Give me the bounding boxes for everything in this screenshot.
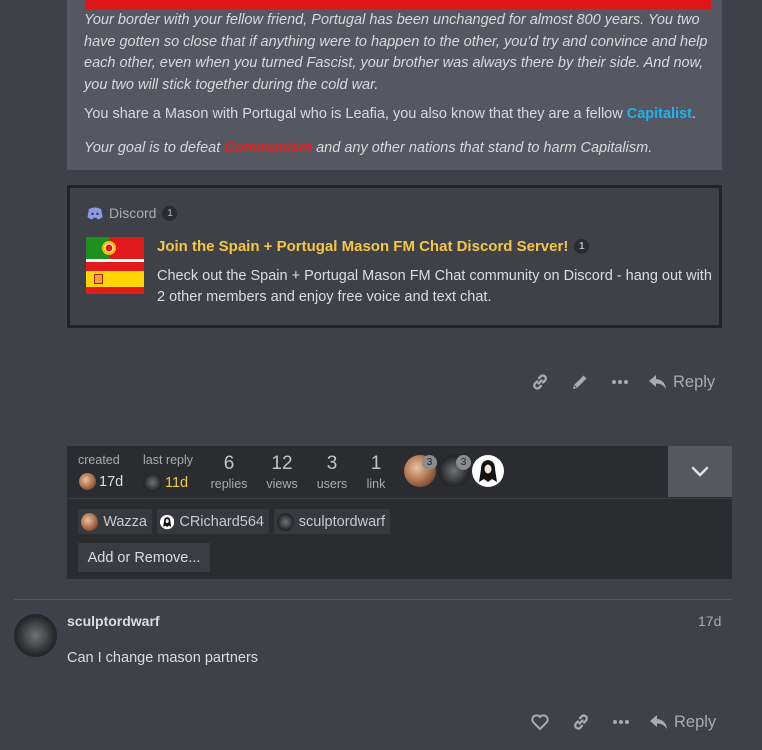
- last-reply-info[interactable]: 11d: [143, 473, 188, 492]
- last-reply-label: last reply: [143, 453, 194, 467]
- chip-label: sculptordwarf: [298, 513, 385, 530]
- discord-icon: [87, 207, 103, 219]
- post-username[interactable]: sculptordwarf: [67, 613, 160, 629]
- quote-p3-end: and any other nations that stand to harm…: [312, 140, 653, 156]
- onebox-title[interactable]: Join the Spain + Portugal Mason FM Chat …: [157, 238, 590, 255]
- onebox-title-link[interactable]: Join the Spain + Portugal Mason FM Chat …: [157, 238, 568, 255]
- links-count: 1: [370, 453, 382, 474]
- participant-chip-wazza[interactable]: Wazza: [78, 509, 152, 534]
- reply-arrow-icon: [650, 714, 667, 729]
- users-label: users: [316, 477, 348, 491]
- crichard564-chip-avatar: [160, 514, 175, 529]
- replies-count: 6: [223, 453, 235, 474]
- heart-like-icon[interactable]: [530, 712, 550, 732]
- click-count-badge: 1: [162, 205, 178, 221]
- quote-p3-text: Your goal is to defeat: [84, 140, 225, 156]
- views-count: 12: [271, 453, 293, 474]
- quote-p2-end: .: [692, 106, 697, 122]
- participant-wazza[interactable]: 3: [404, 455, 437, 487]
- participant-chip-crichard564[interactable]: CRichard564: [157, 509, 269, 534]
- replies-stat: 6 replies: [208, 453, 250, 491]
- quote-p2-text: You share a Mason with Portugal who is L…: [84, 106, 627, 122]
- quote-paragraph-2: You share a Mason with Portugal who is L…: [84, 104, 712, 126]
- edit-pencil-icon[interactable]: [570, 372, 590, 392]
- participant-crichard564[interactable]: [472, 455, 504, 487]
- add-remove-button[interactable]: Add or Remove...: [78, 543, 210, 572]
- link-icon[interactable]: [571, 712, 591, 732]
- created-value: 17d: [99, 473, 124, 490]
- creator-avatar: [79, 473, 96, 490]
- created-info[interactable]: 17d: [79, 473, 123, 490]
- sculptordwarf-chip-avatar: [277, 512, 294, 531]
- post-count-badge: 3: [422, 455, 437, 470]
- reply-label: Reply: [674, 712, 717, 731]
- quote-paragraph-3: Your goal is to defeat Communism and any…: [84, 138, 712, 160]
- expand-topic-map-button[interactable]: [668, 446, 732, 497]
- capitalist-link[interactable]: Capitalist: [627, 106, 692, 122]
- post-separator: [14, 599, 732, 600]
- post-author-avatar[interactable]: [14, 614, 57, 657]
- replies-label: replies: [210, 477, 248, 491]
- crichard564-avatar: [472, 455, 504, 487]
- reply-button[interactable]: Reply: [649, 373, 715, 392]
- participant-chip-sculptordwarf[interactable]: sculptordwarf: [274, 509, 390, 534]
- created-label: created: [78, 453, 120, 467]
- last-reply-avatar: [143, 473, 162, 492]
- post-body: Can I change mason partners: [67, 650, 259, 666]
- reply-label: Reply: [673, 372, 716, 391]
- onebox-description: Check out the Spain + Portugal Mason FM …: [157, 268, 712, 305]
- more-options-icon[interactable]: [611, 712, 631, 732]
- links-label: link: [366, 477, 386, 491]
- topic-map-divider: [67, 498, 732, 499]
- users-count: 3: [326, 453, 338, 474]
- post-actions: Reply: [530, 371, 715, 393]
- participant-sculptordwarf[interactable]: 3: [438, 455, 471, 487]
- quote-paragraph-1: Your border with your fellow friend, Por…: [84, 12, 708, 93]
- links-stat: 1 link: [360, 453, 392, 491]
- spain-portugal-flag: [86, 237, 144, 294]
- reply-arrow-icon: [649, 374, 666, 389]
- link-icon[interactable]: [530, 372, 550, 392]
- views-stat: 12 views: [261, 453, 303, 491]
- chip-label: Wazza: [103, 513, 147, 530]
- chip-label: CRichard564: [179, 513, 264, 530]
- title-click-badge: 1: [574, 239, 590, 254]
- post-age[interactable]: 17d: [698, 613, 721, 629]
- chevron-down-icon: [691, 466, 709, 477]
- onebox-source-label: Discord: [109, 205, 157, 221]
- reply-button[interactable]: Reply: [650, 713, 716, 732]
- more-options-icon[interactable]: [610, 372, 630, 392]
- wazza-chip-avatar: [81, 512, 99, 531]
- last-reply-value: 11d: [165, 474, 189, 491]
- views-label: views: [266, 477, 298, 491]
- post-actions: Reply: [530, 711, 716, 733]
- users-stat: 3 users: [312, 453, 352, 491]
- quote-red-bar: [85, 0, 711, 9]
- post-count-badge: 3: [456, 455, 471, 470]
- onebox-source[interactable]: Discord 1: [87, 205, 178, 221]
- communism-word: Communism: [224, 140, 313, 156]
